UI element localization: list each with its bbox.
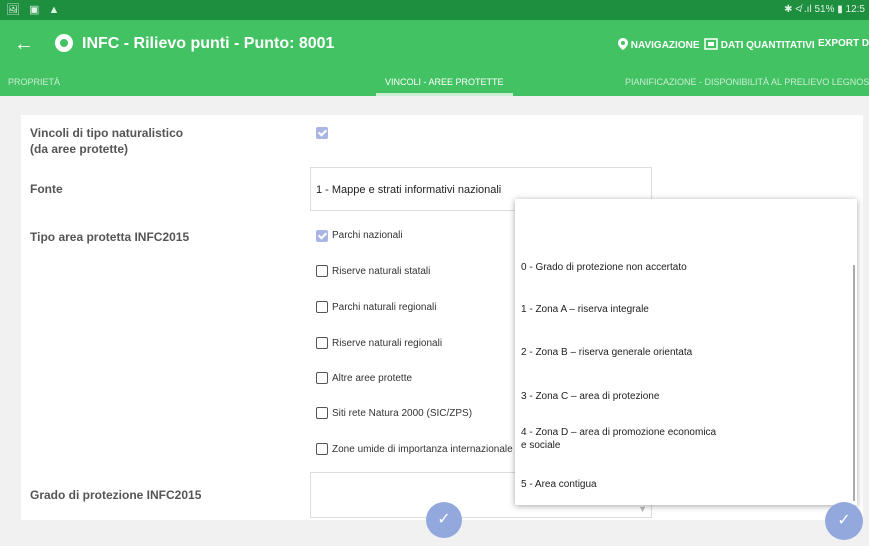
grado-label: Grado di protezione INFC2015: [30, 488, 202, 502]
confirm-fab[interactable]: ✓: [426, 502, 462, 538]
checkbox-parchi-regionali[interactable]: [316, 301, 328, 313]
checkbox-natura-2000[interactable]: [316, 407, 328, 419]
tab-pianificazione[interactable]: PIANIFICAZIONE - DISPONIBILITÀ AL PRELIE…: [625, 77, 869, 87]
export-db-label: EXPORT DB: [818, 38, 869, 49]
status-bar: 🖼 ▣ ▲ ✱ ≮ .ıl 51% ▮ 12:5: [0, 0, 869, 20]
checkbox-label: Riserve naturali statali: [332, 266, 431, 277]
status-right-info: ✱ ≮ .ıl 51% ▮ 12:5: [784, 4, 865, 15]
checkbox-altre-aree[interactable]: [316, 372, 328, 384]
dropdown-option[interactable]: 0 - Grado di protezione non accertato: [521, 261, 687, 274]
grado-dropdown-list: 0 - Grado di protezione non accertato 1 …: [515, 199, 857, 505]
vincoli-label: Vincoli di tipo naturalistico: [30, 126, 184, 140]
dati-quantitativi-button[interactable]: DATI QUANTITATIVI: [704, 38, 815, 51]
fonte-label: Fonte: [30, 182, 63, 196]
checkbox-label: Riserve naturali regionali: [332, 338, 443, 349]
checkbox-parchi-nazionali[interactable]: [316, 230, 328, 242]
table-data-icon: [704, 38, 718, 50]
export-db-button[interactable]: EXPORT DB: [818, 38, 869, 49]
checkbox-zone-umide[interactable]: [316, 443, 328, 455]
dropdown-option[interactable]: 2 - Zona B – riserva generale orientata: [521, 346, 692, 359]
navigation-button[interactable]: NAVIGAZIONE: [618, 38, 700, 51]
checkbox-label: Parchi naturali regionali: [332, 302, 437, 313]
dropdown-scrollbar[interactable]: [853, 265, 855, 501]
dropdown-option[interactable]: 4 - Zona D – area di promozione economic…: [521, 426, 721, 452]
dropdown-option[interactable]: 1 - Zona A – riserva integrale: [521, 303, 649, 316]
vincoli-sublabel: (da aree protette): [30, 142, 129, 156]
tipo-area-label: Tipo area protetta INFC2015: [30, 230, 190, 244]
dropdown-option[interactable]: 5 - Area contigua: [521, 478, 597, 491]
checkbox-label: Altre aree protette: [332, 373, 413, 384]
tab-proprieta[interactable]: PROPRIETÀ: [8, 77, 60, 87]
active-tab-indicator: [376, 93, 513, 96]
check-icon: ✓: [437, 511, 451, 528]
check-icon: ✓: [837, 512, 851, 529]
navigation-label: NAVIGAZIONE: [630, 40, 700, 51]
tab-bar: PROPRIETÀ VINCOLI - AREE PROTETTE PIANIF…: [0, 70, 869, 96]
app-bar: ← INFC - Rilievo punti - Punto: 8001 NAV…: [0, 20, 869, 70]
fonte-value: 1 - Mappe e strati informativi nazionali: [316, 184, 502, 196]
back-arrow-icon[interactable]: ←: [14, 33, 34, 56]
checkbox-riserve-statali[interactable]: [316, 265, 328, 277]
location-pin-icon: [618, 38, 628, 50]
checkbox-label: Parchi nazionali: [332, 230, 403, 241]
save-fab[interactable]: ✓: [825, 502, 863, 540]
vincoli-checkbox[interactable]: [316, 127, 328, 139]
dropdown-caret-icon: ▼: [638, 504, 647, 514]
checkbox-label: Siti rete Natura 2000 (SIC/ZPS): [332, 408, 473, 419]
dropdown-option[interactable]: 3 - Zona C – area di protezione: [521, 390, 659, 403]
tab-vincoli[interactable]: VINCOLI - AREE PROTETTE: [385, 77, 504, 87]
page-title: INFC - Rilievo punti - Punto: 8001: [82, 35, 335, 52]
dati-quantitativi-label: DATI QUANTITATIVI: [720, 40, 815, 51]
checkbox-label: Zone umide di importanza internazionale: [332, 444, 513, 455]
status-left-icons: 🖼 ▣ ▲: [6, 4, 63, 16]
checkbox-riserve-regionali[interactable]: [316, 337, 328, 349]
app-logo-icon: [55, 34, 73, 52]
